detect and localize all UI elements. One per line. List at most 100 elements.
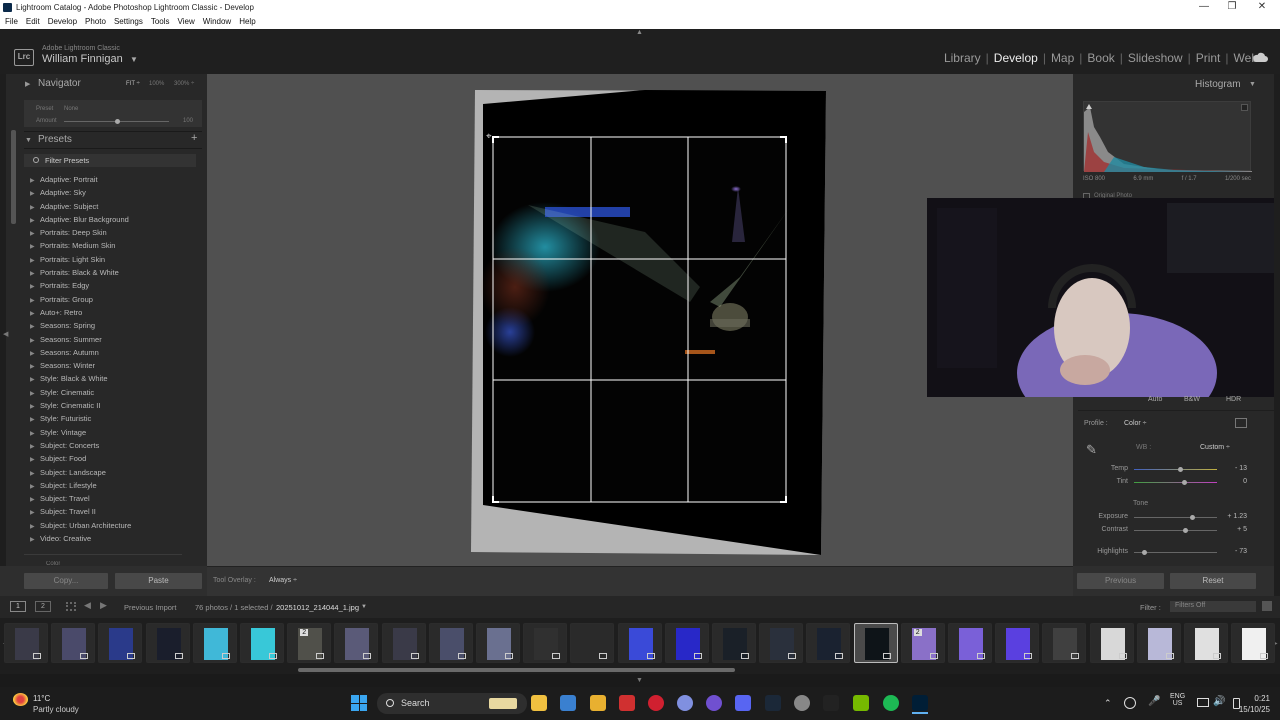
film-thumbnail[interactable] (570, 623, 615, 663)
filter-presets-input[interactable]: Filter Presets (24, 154, 196, 167)
film-thumbnail[interactable] (664, 623, 709, 663)
preset-expand-icon[interactable]: ▶ (30, 390, 36, 397)
copy-button[interactable]: Copy... (24, 573, 108, 589)
slider-track[interactable] (1134, 517, 1217, 518)
preset-item[interactable]: ▶ Adaptive: Portrait (30, 175, 131, 188)
preset-item[interactable]: ▶ Subject: Food (30, 454, 131, 467)
preset-item[interactable]: ▶ Seasons: Summer (30, 335, 131, 348)
menu-develop[interactable]: Develop (43, 15, 80, 26)
menu-help[interactable]: Help (234, 15, 258, 26)
preset-expand-icon[interactable]: ▶ (30, 509, 36, 516)
film-thumbnail[interactable] (145, 623, 190, 663)
highlight-clipping-icon[interactable] (1241, 104, 1248, 111)
weather-text[interactable]: Partly cloudy (33, 705, 79, 714)
folder-icon[interactable] (590, 695, 606, 711)
preset-expand-icon[interactable]: ▶ (30, 496, 36, 503)
preset-item[interactable]: ▶ Adaptive: Blur Background (30, 215, 131, 228)
windows-start-icon[interactable] (351, 695, 367, 711)
filename-caret-icon[interactable]: ▼ (361, 604, 367, 610)
g-hub-icon[interactable] (823, 695, 839, 711)
preset-expand-icon[interactable]: ▶ (30, 430, 36, 437)
user-name[interactable]: William Finnigan (42, 53, 123, 65)
opera-icon[interactable] (648, 695, 664, 711)
previous-button[interactable]: Previous (1077, 573, 1164, 589)
film-thumbnail[interactable] (240, 623, 284, 663)
preset-item[interactable]: ▶ Portraits: Edgy (30, 281, 131, 294)
slider-track[interactable] (1134, 482, 1217, 483)
news-icon[interactable] (619, 695, 635, 711)
preset-expand-icon[interactable]: ▶ (30, 470, 36, 477)
preset-expand-icon[interactable]: ▶ (30, 217, 36, 224)
film-thumbnail[interactable] (1089, 623, 1134, 663)
film-thumbnail[interactable] (4, 623, 48, 663)
preset-item[interactable]: ▶ Seasons: Winter (30, 361, 131, 374)
preset-expand-icon[interactable]: ▶ (30, 523, 36, 530)
current-filename[interactable]: 20251012_214044_1.jpg (276, 603, 359, 612)
preset-item[interactable]: ▶ Style: Futuristic (30, 414, 131, 427)
forward-arrow-icon[interactable]: ▶ (100, 600, 107, 611)
weather-icon[interactable] (13, 693, 28, 706)
reset-button[interactable]: Reset (1170, 573, 1256, 589)
menu-view[interactable]: View (173, 15, 198, 26)
minimize-button[interactable]: — (1198, 1, 1210, 13)
preset-item[interactable]: ▶ Seasons: Spring (30, 321, 131, 334)
nvidia-icon[interactable] (853, 695, 869, 711)
preset-item[interactable]: ▶ Subject: Lifestyle (30, 481, 131, 494)
preset-expand-icon[interactable]: ▶ (30, 483, 36, 490)
identity-caret-icon[interactable]: ▼ (130, 55, 138, 64)
main-window-button[interactable]: 1 (10, 601, 26, 612)
module-slideshow[interactable]: Slideshow (1128, 51, 1183, 65)
preset-expand-icon[interactable]: ▶ (30, 376, 36, 383)
preset-expand-icon[interactable]: ▶ (30, 443, 36, 450)
film-thumbnail[interactable] (381, 623, 426, 663)
preset-expand-icon[interactable]: ▶ (30, 323, 36, 330)
slider-value[interactable]: + 1.23 (1217, 513, 1247, 520)
film-thumbnail[interactable] (1184, 623, 1228, 663)
preset-item[interactable]: ▶ Portraits: Deep Skin (30, 228, 131, 241)
preset-expand-icon[interactable]: ▶ (30, 350, 36, 357)
preset-expand-icon[interactable]: ▶ (30, 297, 36, 304)
module-library[interactable]: Library (944, 51, 981, 65)
slider-value[interactable]: - 13 (1217, 465, 1247, 472)
steam-icon[interactable] (765, 695, 781, 711)
preset-expand-icon[interactable]: ▶ (30, 190, 36, 197)
film-thumbnail[interactable] (948, 623, 992, 663)
clock-date[interactable]: 15/10/25 (1232, 705, 1270, 714)
photo-crop-view[interactable] (470, 87, 828, 557)
preset-item[interactable]: ▶ Portraits: Black & White (30, 268, 131, 281)
preset-expand-icon[interactable]: ▶ (30, 337, 36, 344)
close-button[interactable]: ✕ (1256, 1, 1268, 13)
filter-lock-icon[interactable] (1262, 601, 1272, 611)
preset-item[interactable]: ▶ Style: Cinematic (30, 388, 131, 401)
preset-item[interactable]: ▶ Subject: Concerts (30, 441, 131, 454)
film-thumbnail[interactable] (853, 623, 898, 663)
treatment-auto[interactable]: Auto (1148, 396, 1162, 403)
filmstrip-source[interactable]: Previous Import (124, 603, 177, 612)
preset-expand-icon[interactable]: ▶ (30, 536, 36, 543)
preset-expand-icon[interactable]: ▶ (30, 310, 36, 317)
eyedropper-icon[interactable]: ✎ (1086, 442, 1106, 460)
preset-item[interactable]: ▶ Adaptive: Sky (30, 188, 131, 201)
navigator-title[interactable]: Navigator (38, 78, 81, 89)
preset-expand-icon[interactable]: ▶ (30, 416, 36, 423)
tray-sync-icon[interactable] (1124, 697, 1136, 709)
menu-photo[interactable]: Photo (80, 15, 109, 26)
collapse-top-arrow-icon[interactable]: ▲ (636, 29, 643, 36)
shadow-clipping-icon[interactable] (1086, 104, 1092, 109)
preset-item[interactable]: ▶ Subject: Travel II (30, 507, 131, 520)
module-map[interactable]: Map (1051, 51, 1074, 65)
zoom-100[interactable]: 100% (149, 81, 164, 87)
zoom-300[interactable]: 300% ÷ (174, 81, 194, 87)
weather-temp[interactable]: 11°C (33, 694, 50, 703)
preset-item[interactable]: ▶ Subject: Landscape (30, 468, 131, 481)
preset-expand-icon[interactable]: ▶ (30, 243, 36, 250)
preset-item[interactable]: ▶ Style: Cinematic II (30, 401, 131, 414)
film-thumbnail[interactable] (806, 623, 851, 663)
presets-title[interactable]: Presets (38, 134, 72, 145)
preset-expand-icon[interactable]: ▶ (30, 270, 36, 277)
preset-item[interactable]: ▶ Auto+: Retro (30, 308, 131, 321)
film-thumbnail[interactable] (1136, 623, 1181, 663)
slider-value[interactable]: 0 (1217, 478, 1247, 485)
menu-file[interactable]: File (0, 15, 21, 26)
add-preset-button[interactable]: + (191, 132, 197, 144)
